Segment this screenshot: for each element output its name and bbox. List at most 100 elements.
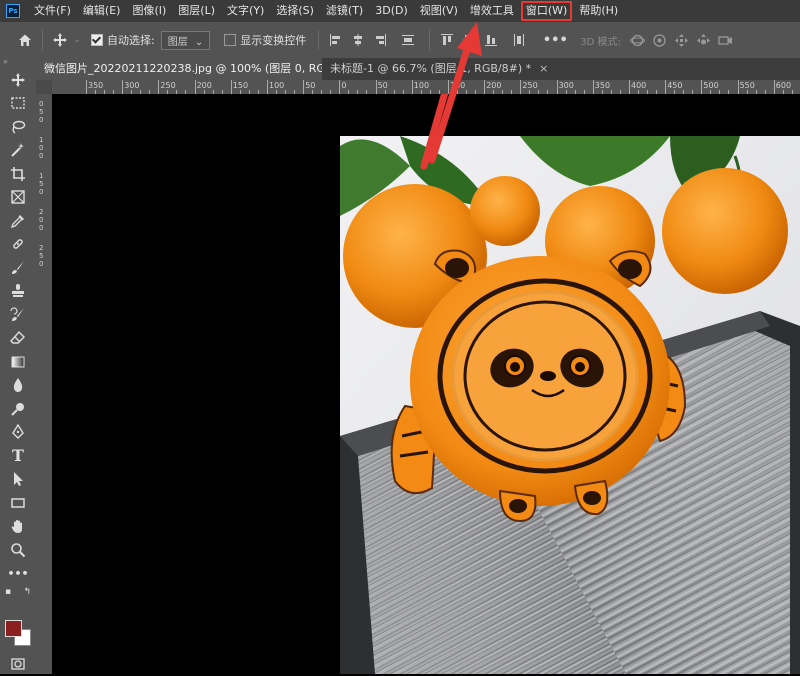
align-bottom-icon[interactable] xyxy=(480,29,502,51)
more-options-icon[interactable]: ••• xyxy=(543,29,568,51)
3d-orbit-icon[interactable] xyxy=(627,29,649,51)
horizontal-ruler: 350 300 250 200 150 100 50 0 50 100 150 200 250 300 35… xyxy=(52,80,800,94)
zoom-tool-icon[interactable] xyxy=(0,538,36,562)
foreground-color-swatch[interactable] xyxy=(5,620,22,637)
menu-image[interactable]: 图像(I) xyxy=(126,0,172,22)
distribute-icon[interactable] xyxy=(397,29,419,51)
move-tool-icon[interactable] xyxy=(0,68,36,92)
menu-plugins[interactable]: 增效工具 xyxy=(464,0,520,22)
ruler-tick xyxy=(592,80,594,94)
more-tools-icon[interactable]: ••• xyxy=(0,562,36,586)
stamp-tool-icon[interactable] xyxy=(0,280,36,304)
brush-tool-icon[interactable] xyxy=(0,256,36,280)
blur-tool-icon[interactable] xyxy=(0,374,36,398)
marquee-tool-icon[interactable] xyxy=(0,92,36,116)
ruler-label: 300 xyxy=(124,81,140,90)
ruler-tick xyxy=(230,80,232,94)
menu-help[interactable]: 帮助(H) xyxy=(573,0,624,22)
ruler-tick xyxy=(194,80,196,94)
ruler-label: 200 xyxy=(196,81,212,90)
ruler-label: 0 xyxy=(39,116,44,124)
menu-bar: Ps 文件(F) 编辑(E) 图像(I) 图层(L) 文字(Y) 选择(S) 滤… xyxy=(0,0,800,22)
align-center-icon[interactable] xyxy=(347,29,369,51)
menu-view[interactable]: 视图(V) xyxy=(414,0,464,22)
panel-collapse-icon[interactable]: » xyxy=(0,58,36,68)
ruler-tick xyxy=(773,80,775,94)
separator xyxy=(429,30,431,50)
auto-select-dropdown[interactable]: 图层 ⌄ xyxy=(160,30,211,50)
3d-slide-icon[interactable] xyxy=(693,29,715,51)
menu-file[interactable]: 文件(F) xyxy=(28,0,77,22)
align-right-icon[interactable] xyxy=(369,29,391,51)
ruler-label: 350 xyxy=(88,81,104,90)
auto-select-option[interactable]: 自动选择: xyxy=(91,32,155,48)
default-colors-icon[interactable]: ▪ xyxy=(5,587,11,597)
show-transform-checkbox[interactable] xyxy=(224,34,237,46)
auto-select-label: 自动选择: xyxy=(107,34,155,47)
chevron-down-icon[interactable]: ⌄ xyxy=(71,29,83,51)
show-transform-option[interactable]: 显示变换控件 xyxy=(224,32,306,48)
menu-3d[interactable]: 3D(D) xyxy=(369,0,414,22)
pen-tool-icon[interactable] xyxy=(0,421,36,445)
frame-tool-icon[interactable] xyxy=(0,186,36,210)
menu-filter[interactable]: 滤镜(T) xyxy=(320,0,369,22)
home-icon[interactable] xyxy=(14,29,36,51)
auto-select-value: 图层 xyxy=(167,36,188,48)
move-tool-icon[interactable] xyxy=(49,29,71,51)
ruler-label: 250 xyxy=(522,81,538,90)
3d-camera-icon[interactable] xyxy=(715,29,737,51)
align-left-icon[interactable] xyxy=(325,29,347,51)
swap-arrow-icon[interactable]: ↰ xyxy=(23,587,31,597)
close-icon[interactable]: × xyxy=(539,62,548,75)
ruler-label: 0 xyxy=(39,188,44,196)
mode-3d-label: 3D 模式: xyxy=(580,36,621,48)
ruler-tick xyxy=(737,80,739,94)
gradient-tool-icon[interactable] xyxy=(0,350,36,374)
swap-colors-icon[interactable]: ▪ ↰ xyxy=(0,585,36,599)
menu-window[interactable]: 窗口(W) xyxy=(520,0,573,22)
hand-tool-icon[interactable] xyxy=(0,515,36,539)
ruler-label: 0 xyxy=(39,144,44,152)
ruler-tick xyxy=(665,80,667,94)
tab-document-1[interactable]: 微信图片_20220211220238.jpg @ 100% (图层 0, RG… xyxy=(36,58,322,80)
distribute-vertical-icon[interactable] xyxy=(508,29,530,51)
menu-type[interactable]: 文字(Y) xyxy=(221,0,270,22)
menu-layer[interactable]: 图层(L) xyxy=(172,0,221,22)
ruler-tick xyxy=(267,80,268,94)
dodge-tool-icon[interactable] xyxy=(0,397,36,421)
ruler-tick xyxy=(448,80,449,94)
lasso-tool-icon[interactable] xyxy=(0,115,36,139)
auto-select-checkbox[interactable] xyxy=(91,34,103,46)
ruler-label: 0 xyxy=(39,100,44,108)
eraser-tool-icon[interactable] xyxy=(0,327,36,351)
ruler-label: 5 xyxy=(39,180,44,188)
ruler-label: 0 xyxy=(39,216,44,224)
ruler-label: 1 xyxy=(39,172,44,180)
ruler-label: 1 xyxy=(39,136,44,144)
menu-edit[interactable]: 编辑(E) xyxy=(77,0,127,22)
align-top-icon[interactable] xyxy=(436,29,458,51)
rectangle-tool-icon[interactable] xyxy=(0,491,36,515)
ruler-label: 50 xyxy=(377,81,388,90)
align-middle-icon[interactable] xyxy=(458,29,480,51)
3d-roll-icon[interactable] xyxy=(649,29,671,51)
menu-select[interactable]: 选择(S) xyxy=(270,0,320,22)
tab-document-2[interactable]: 未标题-1 @ 66.7% (图层 1, RGB/8#) * × xyxy=(322,58,556,80)
ruler-label: 5 xyxy=(39,252,44,260)
3d-pan-icon[interactable] xyxy=(671,29,693,51)
history-brush-icon[interactable] xyxy=(0,303,36,327)
type-tool-icon[interactable]: T xyxy=(0,444,36,468)
ruler-tick xyxy=(629,80,630,94)
ruler-corner xyxy=(36,80,52,94)
ruler-label: 500 xyxy=(703,81,719,90)
magic-wand-icon[interactable] xyxy=(0,139,36,163)
quick-mask-icon[interactable] xyxy=(0,652,36,676)
ruler-tick xyxy=(158,80,160,94)
path-selection-icon[interactable] xyxy=(0,468,36,492)
tab-label: 未标题-1 @ 66.7% (图层 1, RGB/8#) * xyxy=(330,62,532,75)
healing-brush-icon[interactable] xyxy=(0,233,36,257)
show-transform-label: 显示变换控件 xyxy=(240,34,307,47)
eyedropper-icon[interactable] xyxy=(0,209,36,233)
canvas-area[interactable] xyxy=(52,94,800,674)
crop-tool-icon[interactable] xyxy=(0,162,36,186)
